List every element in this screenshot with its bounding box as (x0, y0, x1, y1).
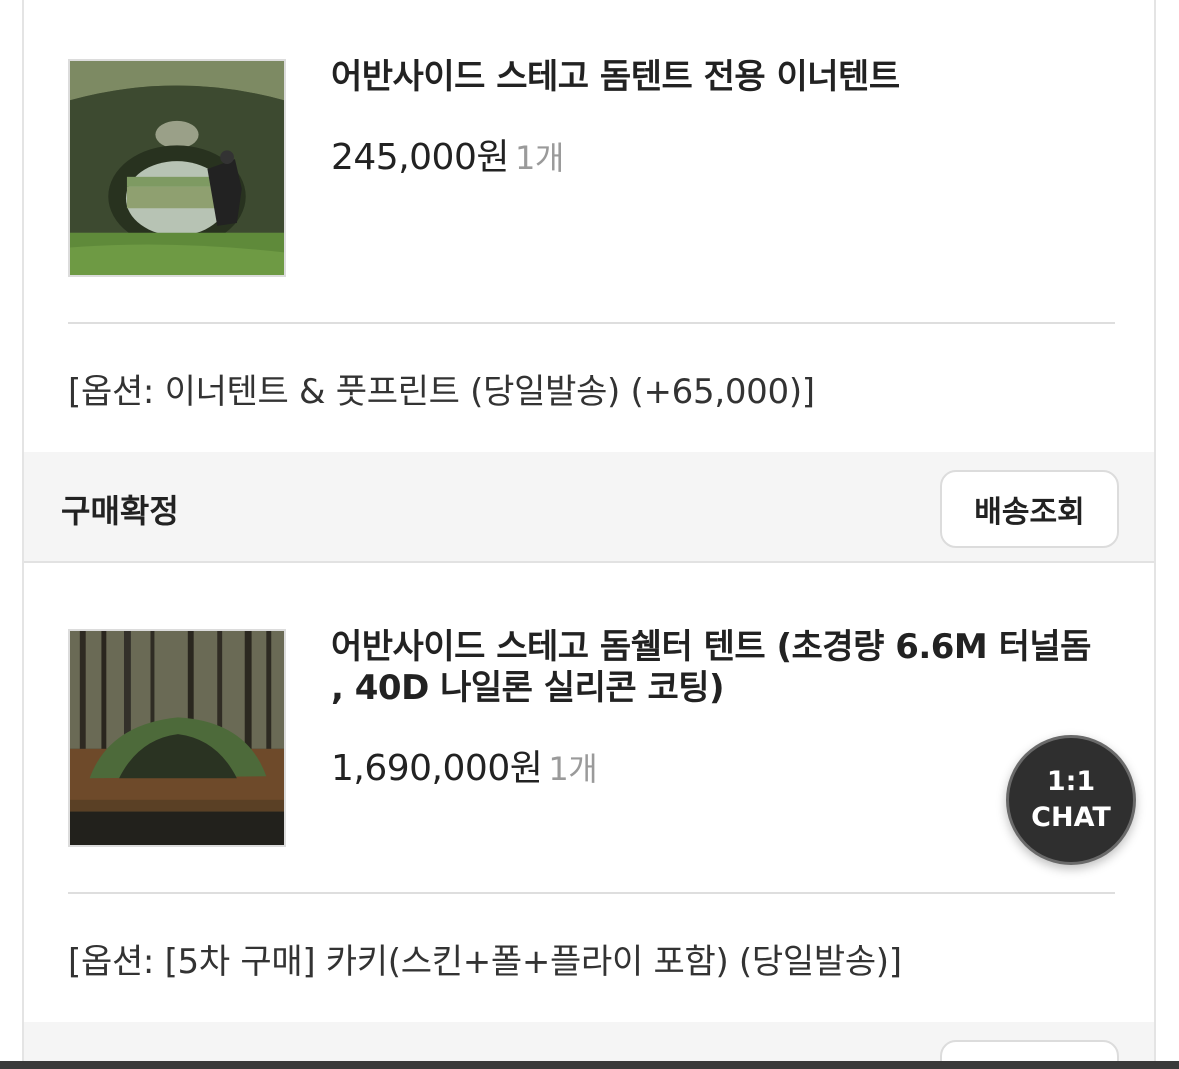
product-thumbnail[interactable] (68, 59, 286, 277)
price-line: 1,690,000원 1개 (331, 739, 598, 791)
order-list: 어반사이드 스테고 돔텐트 전용 이너텐트 245,000원 1개 [옵션: 이너… (22, 0, 1156, 1069)
dome-tent-forest-photo-icon (70, 631, 284, 845)
one-to-one-chat-button[interactable]: 1:1 CHAT (1006, 735, 1136, 865)
order-status-bar: 구매확정 배송조회 (24, 452, 1154, 563)
product-price: 245,000원 (331, 137, 510, 178)
divider (68, 892, 1115, 894)
product-quantity: 1개 (515, 139, 564, 177)
chat-label-line1: 1:1 (1046, 766, 1096, 797)
chat-label-line2: CHAT (1031, 802, 1111, 833)
product-name[interactable]: 어반사이드 스테고 돔텐트 전용 이너텐트 (331, 57, 1101, 98)
order-item: 어반사이드 스테고 돔텐트 전용 이너텐트 245,000원 1개 [옵션: 이너… (24, 0, 1154, 452)
product-thumbnail[interactable] (68, 629, 286, 847)
order-item: 어반사이드 스테고 돔쉘터 텐트 (초경량 6.6M 터널돔 , 40D 나일론… (24, 565, 1154, 1022)
divider (68, 322, 1115, 324)
product-option: [옵션: 이너텐트 & 풋프린트 (당일발송) (+65,000)] (68, 372, 815, 412)
track-delivery-button[interactable]: 배송조회 (940, 470, 1119, 548)
price-line: 245,000원 1개 (331, 128, 564, 180)
product-price: 1,690,000원 (331, 748, 543, 789)
product-option: [옵션: [5차 구매] 카키(스킨+폴+플라이 포함) (당일발송)] (68, 942, 902, 982)
tent-interior-photo-icon (70, 61, 284, 275)
status-label: 구매확정 (61, 492, 179, 530)
product-name[interactable]: 어반사이드 스테고 돔쉘터 텐트 (초경량 6.6M 터널돔 , 40D 나일론… (331, 627, 1101, 709)
order-history-page: 어반사이드 스테고 돔텐트 전용 이너텐트 245,000원 1개 [옵션: 이너… (0, 0, 1179, 1069)
product-quantity: 1개 (548, 750, 598, 788)
bottom-edge (0, 1061, 1179, 1069)
